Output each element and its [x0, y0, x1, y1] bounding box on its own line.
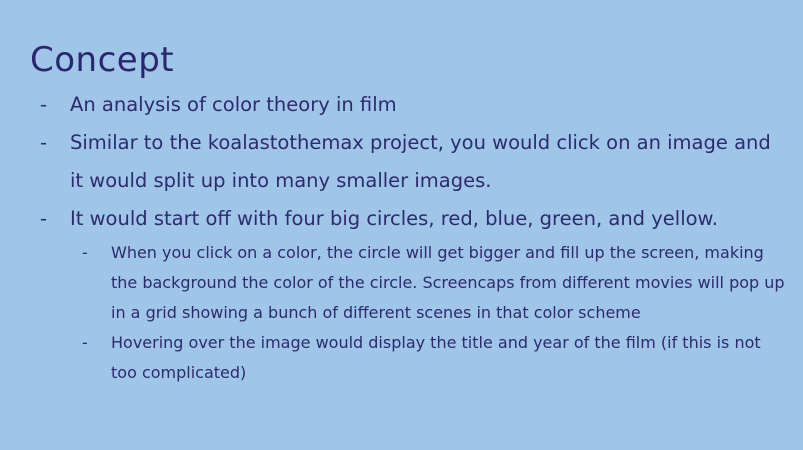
sub-bullet-text: Hovering over the image would display th…	[111, 333, 761, 382]
sub-bullet-group: - When you click on a color, the circle …	[36, 238, 786, 388]
bullet-item: - It would start off with four big circl…	[36, 200, 786, 238]
bullet-text: It would start off with four big circles…	[70, 207, 718, 230]
bullet-item: - Similar to the koalastothemax project,…	[36, 124, 786, 200]
bullet-marker: -	[82, 243, 88, 262]
sub-bullet-item: - Hovering over the image would display …	[36, 328, 786, 388]
bullet-marker: -	[40, 131, 48, 154]
bullet-text: Similar to the koalastothemax project, y…	[70, 131, 771, 192]
slide: Concept - An analysis of color theory in…	[0, 0, 803, 450]
bullet-marker: -	[82, 333, 88, 352]
bullet-text: An analysis of color theory in film	[70, 93, 397, 116]
sub-bullet-list: - When you click on a color, the circle …	[36, 238, 786, 388]
bullet-item: - An analysis of color theory in film	[36, 86, 786, 124]
bullet-marker: -	[40, 207, 48, 230]
slide-title: Concept	[30, 40, 175, 80]
sub-bullet-text: When you click on a color, the circle wi…	[111, 243, 785, 322]
bullet-marker: -	[40, 93, 48, 116]
sub-bullet-item: - When you click on a color, the circle …	[36, 238, 786, 328]
bullet-list: - An analysis of color theory in film - …	[36, 86, 786, 388]
